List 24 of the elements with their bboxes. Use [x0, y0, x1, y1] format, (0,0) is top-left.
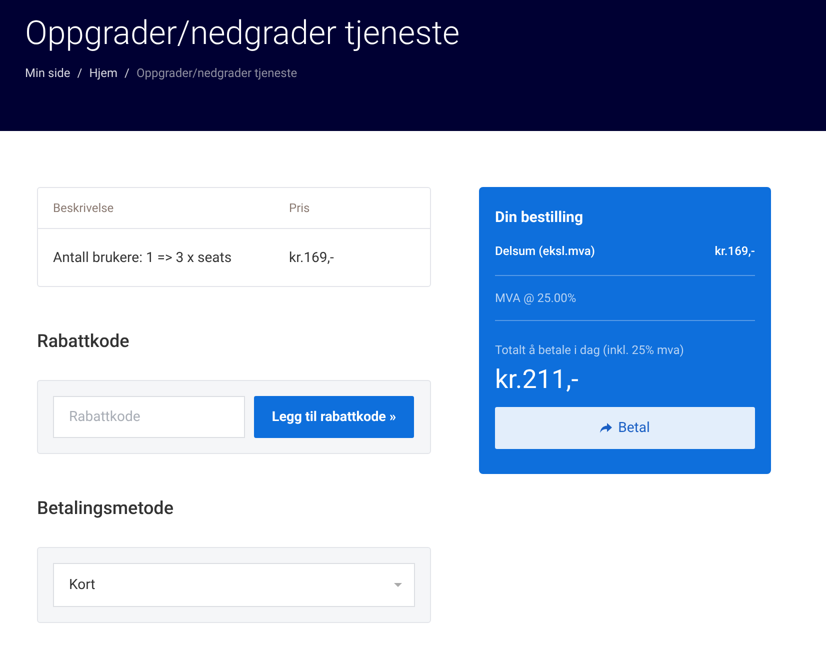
breadcrumb-link[interactable]: Hjem: [89, 66, 118, 80]
card-title: Din bestilling: [495, 208, 584, 226]
column-header: Beskrivelse: [53, 201, 115, 215]
table-cell: kr.169,-: [289, 250, 334, 266]
payment-method-dropdown[interactable]: Kort: [53, 563, 415, 607]
column-header: Pris: [289, 201, 310, 215]
total-label: Totalt å betale i dag (inkl. 25% mva): [495, 343, 685, 357]
share-arrow-icon: [600, 423, 612, 433]
summary-value: kr.169,-: [714, 244, 755, 258]
section-heading: Rabattkode: [37, 331, 130, 352]
page-title: Oppgrader/nedgrader tjeneste: [25, 14, 461, 54]
breadcrumb-current: Oppgrader/nedgrader tjeneste: [136, 66, 298, 80]
add-discount-button[interactable]: Legg til rabattkode »: [254, 396, 414, 438]
section-heading: Betalingsmetode: [37, 498, 174, 519]
table-cell-text: Antall brukere: 1 => 3 x seats: [53, 250, 233, 266]
caret-icon: [394, 583, 402, 587]
breadcrumb-link[interactable]: Min side: [25, 66, 70, 80]
total-amount: kr.211,-: [495, 364, 580, 397]
discount-code-field[interactable]: Rabattkode: [53, 396, 245, 438]
breadcrumb-separator: /: [77, 66, 82, 80]
summary-label: Delsum (eksl.mva): [495, 244, 595, 258]
breadcrumb-separator: /: [124, 66, 130, 80]
summary-label: MVA @ 25.00%: [495, 291, 576, 305]
pay-button[interactable]: Betal: [495, 407, 755, 449]
